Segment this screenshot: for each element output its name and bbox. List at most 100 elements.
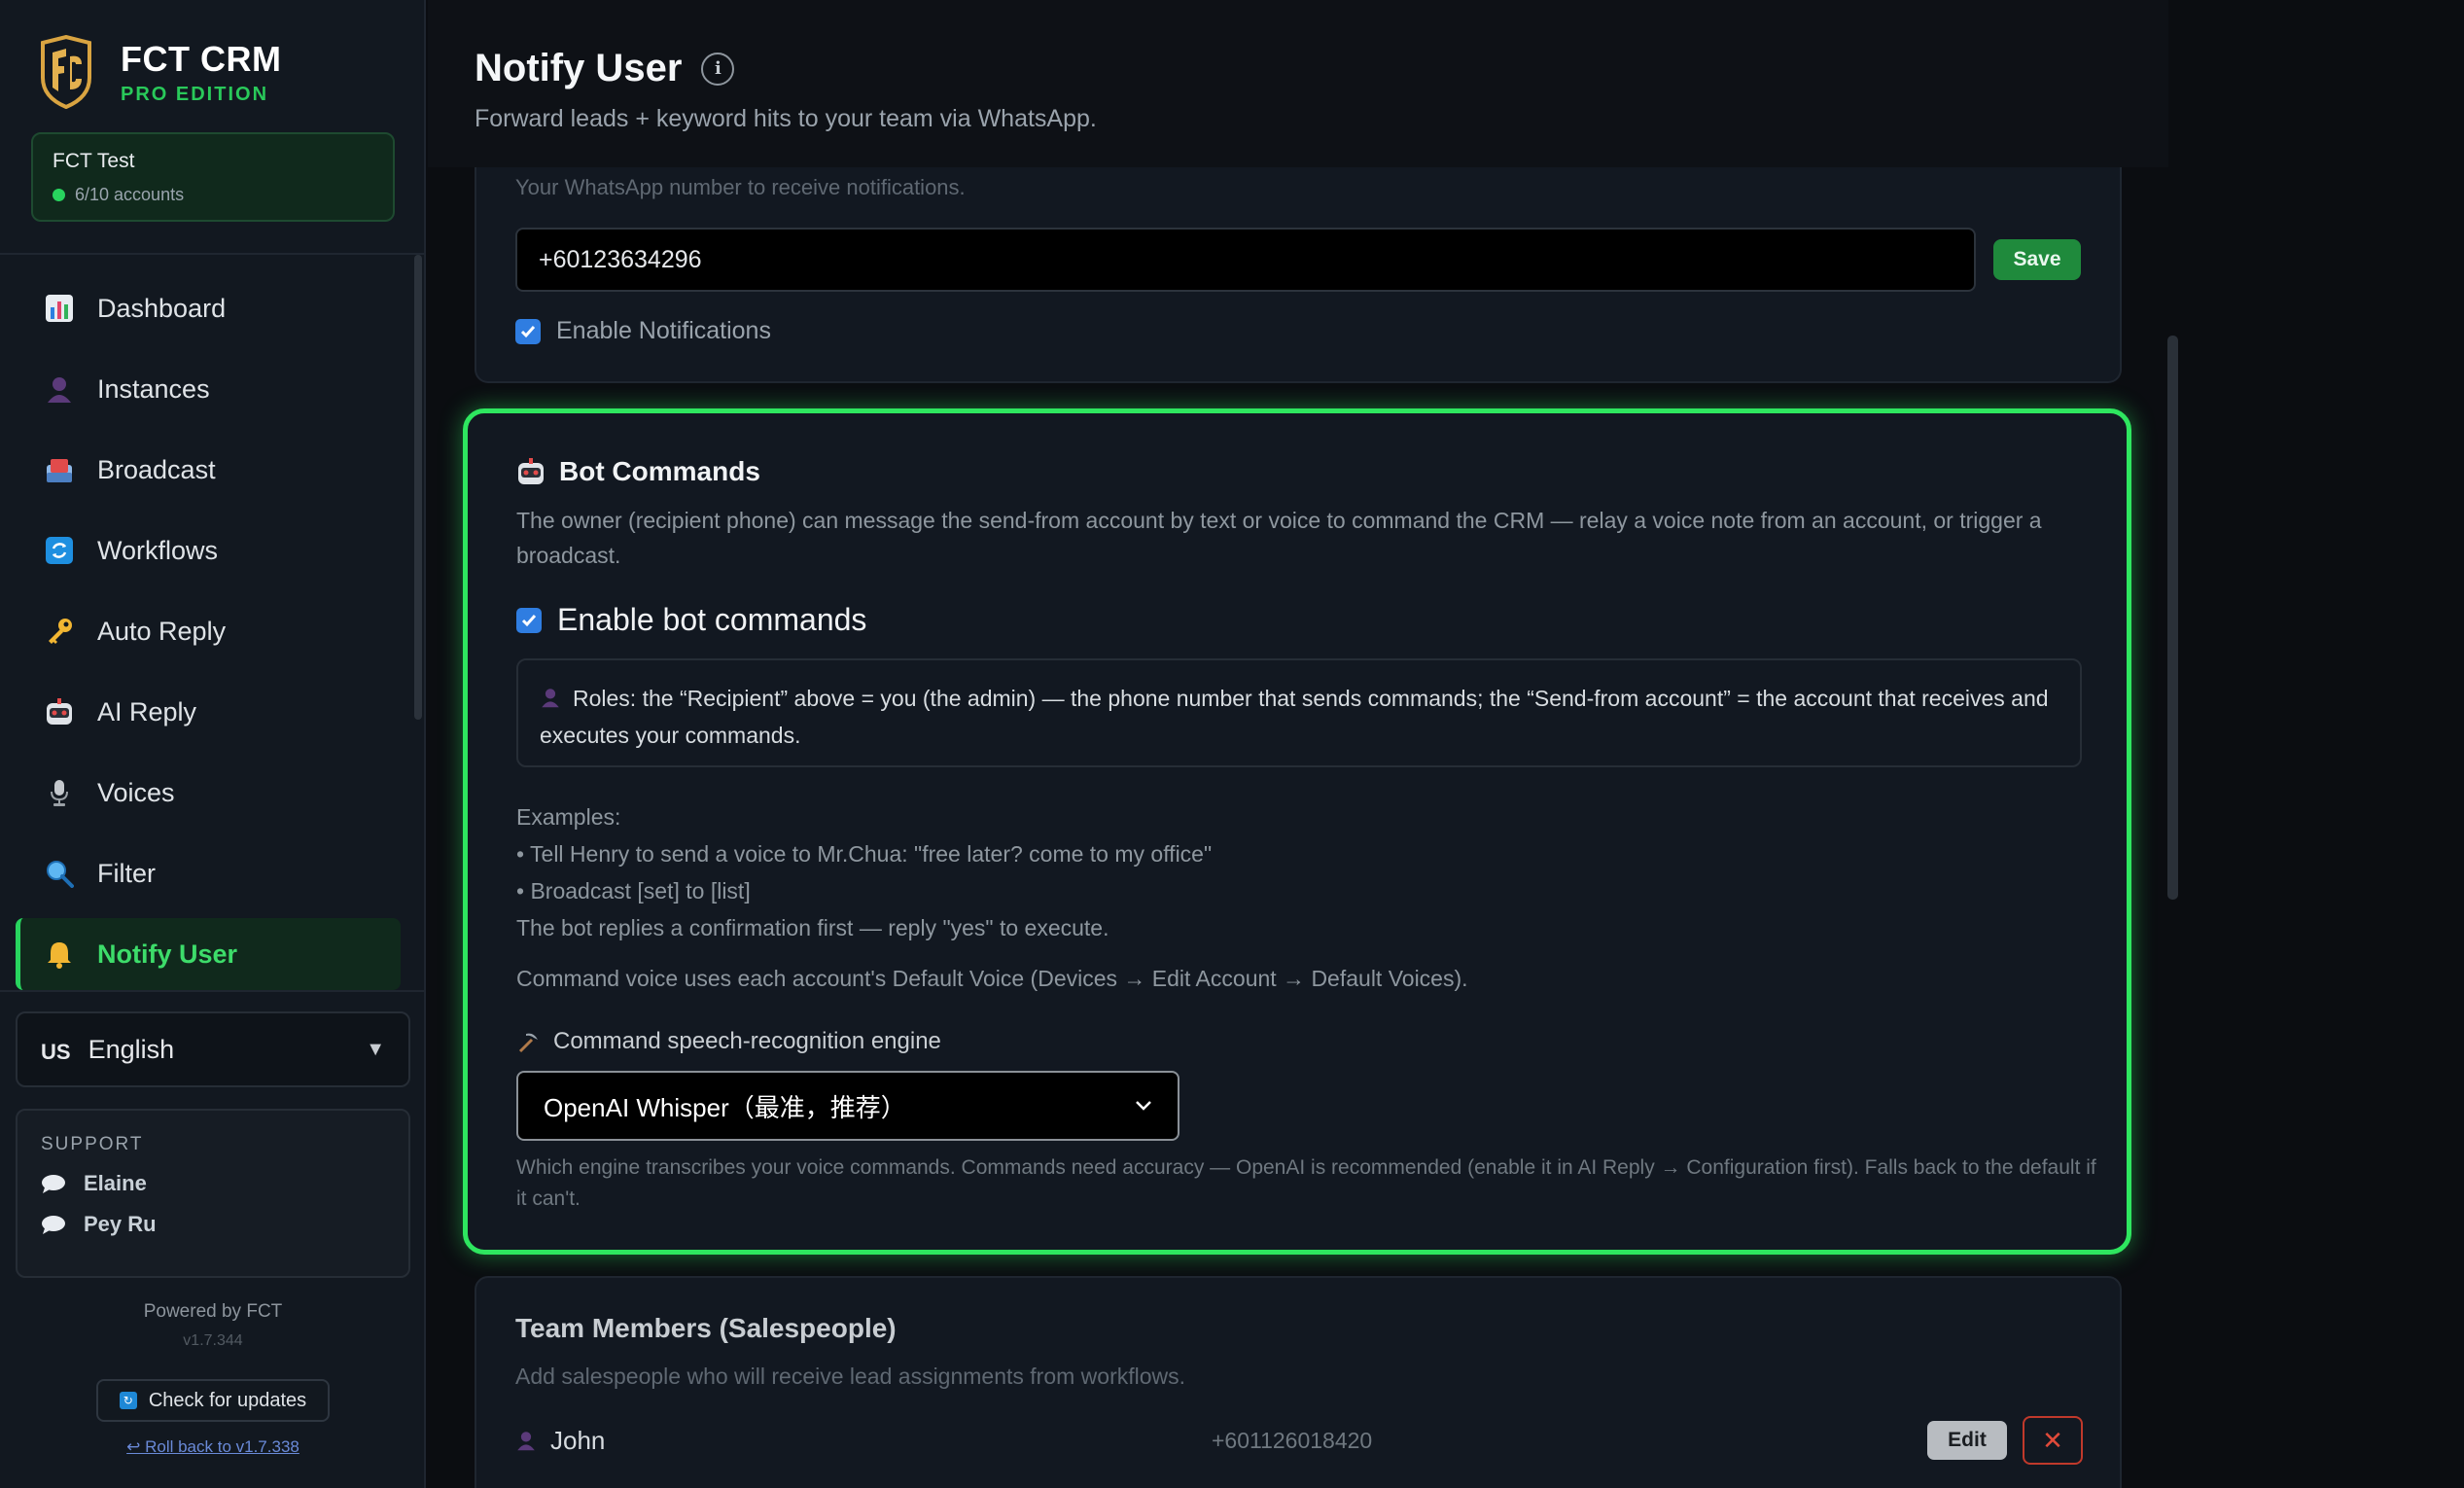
support-panel: SUPPORT Elaine Pey Ru bbox=[16, 1109, 410, 1278]
roles-info-box: Roles: the “Recipient” above = you (the … bbox=[516, 658, 2082, 767]
sidebar-item-auto-reply[interactable]: Auto Reply bbox=[16, 595, 401, 667]
example-line: The bot replies a confirmation first — r… bbox=[516, 915, 1109, 940]
powered-by: Powered by FCT bbox=[143, 1301, 283, 1322]
speech-engine-select[interactable]: OpenAI Whisper（最准，推荐） bbox=[516, 1071, 1179, 1141]
language-select[interactable]: US English ▼ bbox=[16, 1011, 410, 1087]
command-voice-note: Command voice uses each account's Defaul… bbox=[516, 966, 1468, 991]
sidebar-item-label: Auto Reply bbox=[97, 616, 227, 646]
main-scrollbar[interactable] bbox=[2167, 336, 2178, 900]
brand[interactable]: FCT CRM PRO EDITION bbox=[39, 35, 281, 109]
inbox-icon bbox=[43, 453, 76, 486]
pickaxe-icon bbox=[518, 1033, 538, 1053]
support-contact-name: Elaine bbox=[84, 1171, 147, 1195]
team-members-title: Team Members (Salespeople) bbox=[515, 1313, 897, 1343]
app-version: v1.7.344 bbox=[183, 1332, 243, 1349]
person-icon bbox=[542, 689, 559, 708]
roles-text: Roles: the “Recipient” above = you (the … bbox=[540, 686, 2049, 748]
whatsapp-hint: Your WhatsApp number to receive notifica… bbox=[515, 175, 966, 199]
account-card[interactable]: FCT Test 6/10 accounts bbox=[31, 132, 395, 222]
sidebar-item-label: Instances bbox=[97, 373, 210, 404]
microphone-icon bbox=[43, 776, 76, 809]
key-icon bbox=[43, 615, 76, 648]
sidebar-divider bbox=[0, 990, 426, 992]
account-name: FCT Test bbox=[53, 150, 135, 172]
delete-member-button[interactable]: ✕ bbox=[2023, 1416, 2083, 1465]
refresh-icon bbox=[43, 534, 76, 567]
fct-shield-logo-icon bbox=[41, 35, 91, 109]
engine-label: Command speech-recognition engine bbox=[516, 1028, 941, 1055]
robot-icon bbox=[43, 695, 76, 728]
enable-bot-commands-checkbox[interactable]: Enable bot commands bbox=[516, 602, 866, 638]
sidebar-item-dashboard[interactable]: Dashboard bbox=[16, 272, 401, 344]
example-line: • Tell Henry to send a voice to Mr.Chua:… bbox=[516, 841, 1213, 867]
robot-icon bbox=[518, 458, 544, 484]
sidebar-item-voices[interactable]: Voices bbox=[16, 757, 401, 829]
bell-icon bbox=[43, 938, 76, 971]
member-name: John bbox=[550, 1425, 606, 1455]
page-header: Notify User i Forward leads + keyword hi… bbox=[428, 0, 2168, 167]
enable-notifications-checkbox[interactable]: Enable Notifications bbox=[515, 317, 771, 345]
us-flag-icon: US bbox=[41, 1040, 71, 1064]
engine-help-text: Which engine transcribes your voice comm… bbox=[516, 1156, 2096, 1210]
save-button[interactable]: Save bbox=[1993, 239, 2081, 280]
sidebar-item-label: Voices bbox=[97, 777, 175, 807]
person-icon bbox=[517, 1432, 535, 1451]
support-contact-elaine[interactable]: Elaine bbox=[41, 1171, 385, 1196]
edit-member-button[interactable]: Edit bbox=[1927, 1421, 2007, 1460]
refresh-icon: ↻ bbox=[119, 1392, 137, 1409]
account-count: 6/10 accounts bbox=[75, 185, 185, 204]
language-label: English bbox=[88, 1034, 175, 1064]
support-title: SUPPORT bbox=[41, 1134, 144, 1154]
sidebar-item-label: AI Reply bbox=[97, 696, 197, 726]
sidebar-item-notify-user[interactable]: Notify User bbox=[16, 918, 401, 990]
checkbox-checked-icon[interactable] bbox=[516, 607, 542, 633]
speech-engine-value: OpenAI Whisper（最准，推荐） bbox=[544, 1092, 906, 1122]
examples-block: Examples: • Tell Henry to send a voice t… bbox=[516, 798, 1212, 946]
whatsapp-number-input[interactable] bbox=[515, 228, 1976, 292]
whatsapp-settings-card: Your WhatsApp number to receive notifica… bbox=[475, 146, 2122, 383]
engine-label-text: Command speech-recognition engine bbox=[553, 1028, 941, 1054]
bot-commands-heading: Bot Commands bbox=[516, 456, 760, 487]
brand-edition: PRO EDITION bbox=[121, 83, 269, 105]
support-contact-pey-ru[interactable]: Pey Ru bbox=[41, 1212, 385, 1237]
check-updates-button[interactable]: ↻ Check for updates bbox=[96, 1379, 330, 1422]
rollback-link[interactable]: ↩ Roll back to v1.7.338 bbox=[0, 1437, 426, 1457]
chevron-down-icon bbox=[1136, 1101, 1151, 1111]
bar-chart-icon bbox=[43, 292, 76, 325]
examples-title: Examples: bbox=[516, 804, 621, 830]
info-icon[interactable]: i bbox=[701, 52, 735, 86]
bot-commands-title: Bot Commands bbox=[559, 456, 760, 486]
page-title-row: Notify User i bbox=[475, 47, 735, 90]
chat-bubble-icon bbox=[42, 1216, 65, 1234]
member-phone: +601126018420 bbox=[1212, 1427, 1373, 1453]
sidebar-nav: Dashboard Instances Broadcast Workflows … bbox=[16, 272, 401, 999]
sidebar-item-broadcast[interactable]: Broadcast bbox=[16, 434, 401, 506]
sidebar-item-label: Broadcast bbox=[97, 454, 216, 484]
brand-name: FCT CRM bbox=[121, 38, 282, 79]
example-line: • Broadcast [set] to [list] bbox=[516, 878, 751, 903]
checkbox-checked-icon[interactable] bbox=[515, 318, 541, 344]
sidebar-item-label: Filter bbox=[97, 858, 156, 888]
bot-commands-card: Bot Commands The owner (recipient phone)… bbox=[463, 408, 2131, 1255]
chat-bubble-icon bbox=[42, 1175, 65, 1193]
sidebar-item-filter[interactable]: Filter bbox=[16, 837, 401, 909]
enable-bot-commands-label: Enable bot commands bbox=[557, 602, 867, 637]
page-title: Notify User bbox=[475, 47, 683, 89]
sidebar-item-instances[interactable]: Instances bbox=[16, 353, 401, 425]
enable-notifications-label: Enable Notifications bbox=[556, 317, 771, 344]
caret-down-icon: ▼ bbox=[366, 1038, 385, 1060]
bot-commands-description: The owner (recipient phone) can message … bbox=[516, 508, 2042, 568]
sidebar-item-label: Notify User bbox=[97, 939, 238, 969]
sidebar-item-label: Dashboard bbox=[97, 293, 227, 323]
sidebar-divider bbox=[0, 253, 426, 255]
sidebar-item-label: Workflows bbox=[97, 535, 219, 565]
main-content: Your WhatsApp number to receive notifica… bbox=[428, 0, 2464, 1488]
list-item: John +601126018420 Edit ✕ bbox=[515, 1414, 2083, 1467]
sidebar-scrollbar[interactable] bbox=[414, 255, 422, 720]
sidebar-item-workflows[interactable]: Workflows bbox=[16, 514, 401, 586]
check-updates-label: Check for updates bbox=[148, 1389, 307, 1411]
account-status: 6/10 accounts bbox=[53, 185, 373, 205]
magnifier-icon bbox=[43, 857, 76, 890]
sidebar-item-ai-reply[interactable]: AI Reply bbox=[16, 676, 401, 748]
team-members-description: Add salespeople who will receive lead as… bbox=[515, 1364, 1186, 1389]
